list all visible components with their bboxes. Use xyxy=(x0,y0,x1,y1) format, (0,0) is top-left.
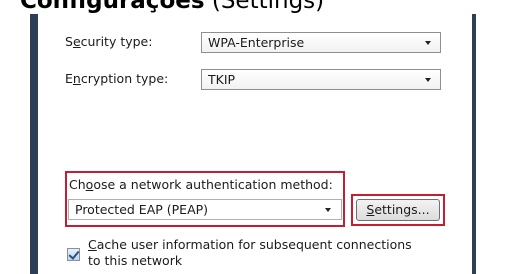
caption-bold: Configurações xyxy=(20,0,205,14)
chevron-down-icon xyxy=(325,208,331,212)
caption-normal: (Settings) xyxy=(211,0,325,14)
page-caption: Configurações (Settings) xyxy=(20,0,324,14)
chevron-down-icon xyxy=(425,41,431,45)
settings-button[interactable]: Settings... xyxy=(356,199,440,221)
encryption-type-label: Encryption type: xyxy=(65,71,169,86)
cache-label-line2: to this network xyxy=(88,253,183,268)
security-settings-dialog: Security type: WPA-Enterprise Encryption… xyxy=(38,14,472,274)
security-type-dropdown[interactable]: WPA-Enterprise xyxy=(201,32,441,53)
window-border-left xyxy=(30,14,38,274)
cache-user-info-label: Cache user information for subsequent co… xyxy=(88,237,418,269)
checkmark-icon xyxy=(68,248,80,260)
auth-method-dropdown[interactable]: Protected EAP (PEAP) xyxy=(68,199,342,220)
security-type-value: WPA-Enterprise xyxy=(208,35,305,50)
encryption-type-dropdown[interactable]: TKIP xyxy=(201,69,441,90)
auth-method-value: Protected EAP (PEAP) xyxy=(75,202,209,217)
window-border-right xyxy=(472,14,476,274)
cache-label-line1: Cache user information for subsequent co… xyxy=(88,237,412,252)
security-type-label: Security type: xyxy=(65,34,153,49)
chevron-down-icon xyxy=(425,78,431,82)
cache-user-info-checkbox[interactable] xyxy=(67,248,80,261)
auth-method-label: Choose a network authentication method: xyxy=(69,177,333,192)
encryption-type-value: TKIP xyxy=(208,72,236,87)
